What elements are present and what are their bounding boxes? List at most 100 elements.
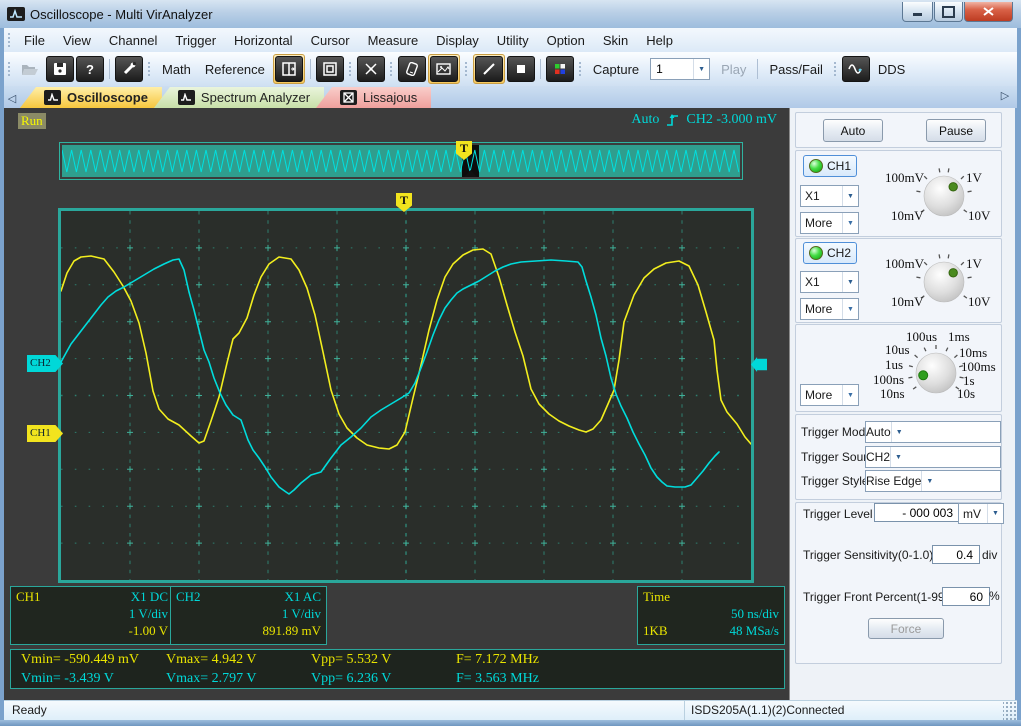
ch1-knob-label-10mv: 10mV bbox=[891, 208, 924, 223]
ch1-info-box: CH1 X1 DC 1 V/div -1.00 V bbox=[10, 586, 174, 645]
time-info-box: Time 50 ns/div 1KB 48 MSa/s bbox=[637, 586, 785, 645]
trigger-source-value: CH2 bbox=[866, 450, 891, 464]
waveform-plot bbox=[58, 208, 754, 583]
ch2-more-select[interactable]: More ▼ bbox=[800, 298, 859, 320]
trigger-style-label: Trigger Style bbox=[801, 474, 869, 488]
ch2-vmax: Vmax= 2.797 V bbox=[166, 671, 257, 686]
trigger-front-input[interactable] bbox=[942, 587, 990, 606]
help-button[interactable]: ? bbox=[76, 56, 104, 82]
ch2-probe-select[interactable]: X1 ▼ bbox=[800, 271, 859, 293]
tools-button[interactable] bbox=[115, 56, 143, 82]
device-button[interactable] bbox=[397, 56, 426, 82]
ch1-zero-level-marker[interactable]: CH1 bbox=[27, 425, 63, 442]
ch1-vpp: Vpp= 5.532 V bbox=[311, 652, 392, 667]
menu-option[interactable]: Option bbox=[538, 30, 594, 51]
force-button[interactable]: Force bbox=[868, 618, 944, 639]
menu-file[interactable]: File bbox=[15, 30, 54, 51]
color-settings-button[interactable] bbox=[545, 56, 574, 82]
control-panel: Auto Pause CH1 X1 ▼ More ▼ 100mV 1V 10mV… bbox=[789, 108, 1015, 700]
timebase-more-select[interactable]: More ▼ bbox=[800, 384, 859, 406]
line-draw-button[interactable] bbox=[474, 56, 503, 82]
menu-horizontal[interactable]: Horizontal bbox=[225, 30, 302, 51]
time-label-10ns: 10ns bbox=[880, 386, 905, 401]
screenshot-button[interactable] bbox=[429, 56, 458, 82]
pause-button[interactable]: Pause bbox=[926, 119, 986, 142]
trigger-mode-select[interactable]: Auto ▼ bbox=[865, 421, 1001, 443]
lissajous-tab-icon bbox=[340, 90, 358, 105]
ch1-knob-label-1v: 1V bbox=[966, 170, 982, 185]
tab-lissajous[interactable]: Lissajous bbox=[316, 87, 432, 108]
ch1-more-select[interactable]: More ▼ bbox=[800, 212, 859, 234]
tab-spectrum-analyzer[interactable]: Spectrum Analyzer bbox=[153, 87, 325, 108]
menu-utility[interactable]: Utility bbox=[488, 30, 538, 51]
ch2-enable-button[interactable]: CH2 bbox=[803, 242, 857, 264]
dds-button[interactable] bbox=[841, 56, 870, 82]
menu-trigger[interactable]: Trigger bbox=[166, 30, 225, 51]
play-button[interactable]: Play bbox=[714, 62, 753, 77]
trigger-sensitivity-input[interactable] bbox=[932, 545, 980, 564]
trigger-level-unit-select[interactable]: mV ▼ bbox=[958, 503, 1004, 524]
close-button[interactable] bbox=[964, 2, 1013, 22]
math-button[interactable]: Math bbox=[155, 62, 198, 77]
ch2-knob-label-10v: 10V bbox=[968, 294, 991, 309]
ch1-knob-label-100mv: 100mV bbox=[885, 170, 924, 185]
minimize-icon bbox=[913, 13, 922, 16]
dds-label[interactable]: DDS bbox=[871, 62, 912, 77]
toolbar-grip bbox=[577, 61, 583, 77]
menu-help[interactable]: Help bbox=[637, 30, 682, 51]
save-button[interactable] bbox=[46, 56, 74, 82]
screenshot-icon bbox=[436, 63, 452, 75]
open-file-button[interactable] bbox=[16, 56, 44, 82]
trigger-level-input[interactable] bbox=[874, 503, 960, 522]
sample-rate: 48 MSa/s bbox=[729, 623, 779, 638]
toolbar-separator bbox=[309, 59, 311, 79]
menu-cursor[interactable]: Cursor bbox=[302, 30, 359, 51]
chevron-down-icon: ▼ bbox=[890, 422, 907, 442]
pass-fail-button[interactable]: Pass/Fail bbox=[762, 62, 829, 77]
resize-grip[interactable] bbox=[1003, 701, 1017, 721]
tab-scroll-left[interactable]: ◁ bbox=[4, 92, 20, 108]
time-label-1ms: 1ms bbox=[948, 329, 970, 344]
chevron-down-icon: ▼ bbox=[987, 504, 1003, 523]
menu-view[interactable]: View bbox=[54, 30, 100, 51]
ch2-knob-label-100mv: 100mV bbox=[885, 256, 924, 271]
window-title: Oscilloscope - Multi VirAnalyzer bbox=[30, 6, 213, 22]
record-depth: 1KB bbox=[643, 623, 668, 638]
menu-channel[interactable]: Channel bbox=[100, 30, 166, 51]
ch2-knob-label-1v: 1V bbox=[966, 256, 982, 271]
menu-measure[interactable]: Measure bbox=[359, 30, 428, 51]
overview-waveform bbox=[62, 145, 740, 177]
full-frame-button[interactable] bbox=[315, 56, 344, 82]
line-icon bbox=[483, 63, 495, 75]
ch2-name: CH2 bbox=[176, 589, 201, 604]
tab-scroll-right[interactable]: ▷ bbox=[997, 89, 1013, 105]
stop-button[interactable] bbox=[506, 56, 535, 82]
run-status-badge: Run bbox=[18, 113, 46, 129]
auto-button[interactable]: Auto bbox=[823, 119, 883, 142]
trigger-style-value: Rise Edge bbox=[866, 474, 922, 488]
knob-indicator-dot bbox=[918, 370, 929, 381]
trigger-front-label: Trigger Front Percent(1-99) bbox=[803, 590, 949, 604]
split-view-button[interactable] bbox=[274, 56, 303, 82]
chevron-down-icon: ▼ bbox=[921, 471, 937, 491]
reference-button[interactable]: Reference bbox=[198, 62, 272, 77]
toolbar: ? Math Reference Capture 1 ▼ Play Pass/F… bbox=[4, 52, 1017, 87]
trigger-numeric-group bbox=[795, 502, 1002, 664]
ch2-zero-level-marker[interactable]: CH2 bbox=[27, 355, 63, 372]
ch1-probe-select[interactable]: X1 ▼ bbox=[800, 185, 859, 207]
ch1-enable-button[interactable]: CH1 bbox=[803, 155, 857, 177]
trigger-style-select[interactable]: Rise Edge ▼ bbox=[865, 470, 1001, 492]
maximize-button[interactable] bbox=[934, 2, 963, 22]
autoset-button[interactable] bbox=[356, 56, 385, 82]
minimize-button[interactable] bbox=[902, 2, 933, 22]
tab-oscilloscope[interactable]: Oscilloscope bbox=[20, 87, 162, 108]
save-icon bbox=[54, 63, 66, 75]
capture-count-select[interactable]: 1 ▼ bbox=[650, 58, 711, 80]
time-label-100us: 100us bbox=[906, 329, 938, 344]
time-title: Time bbox=[643, 589, 670, 604]
trigger-source-select[interactable]: CH2 ▼ bbox=[865, 446, 1001, 468]
menu-display[interactable]: Display bbox=[427, 30, 488, 51]
wrench-icon bbox=[123, 62, 136, 75]
menu-skin[interactable]: Skin bbox=[594, 30, 637, 51]
time-label-1us: 1us bbox=[885, 357, 904, 372]
